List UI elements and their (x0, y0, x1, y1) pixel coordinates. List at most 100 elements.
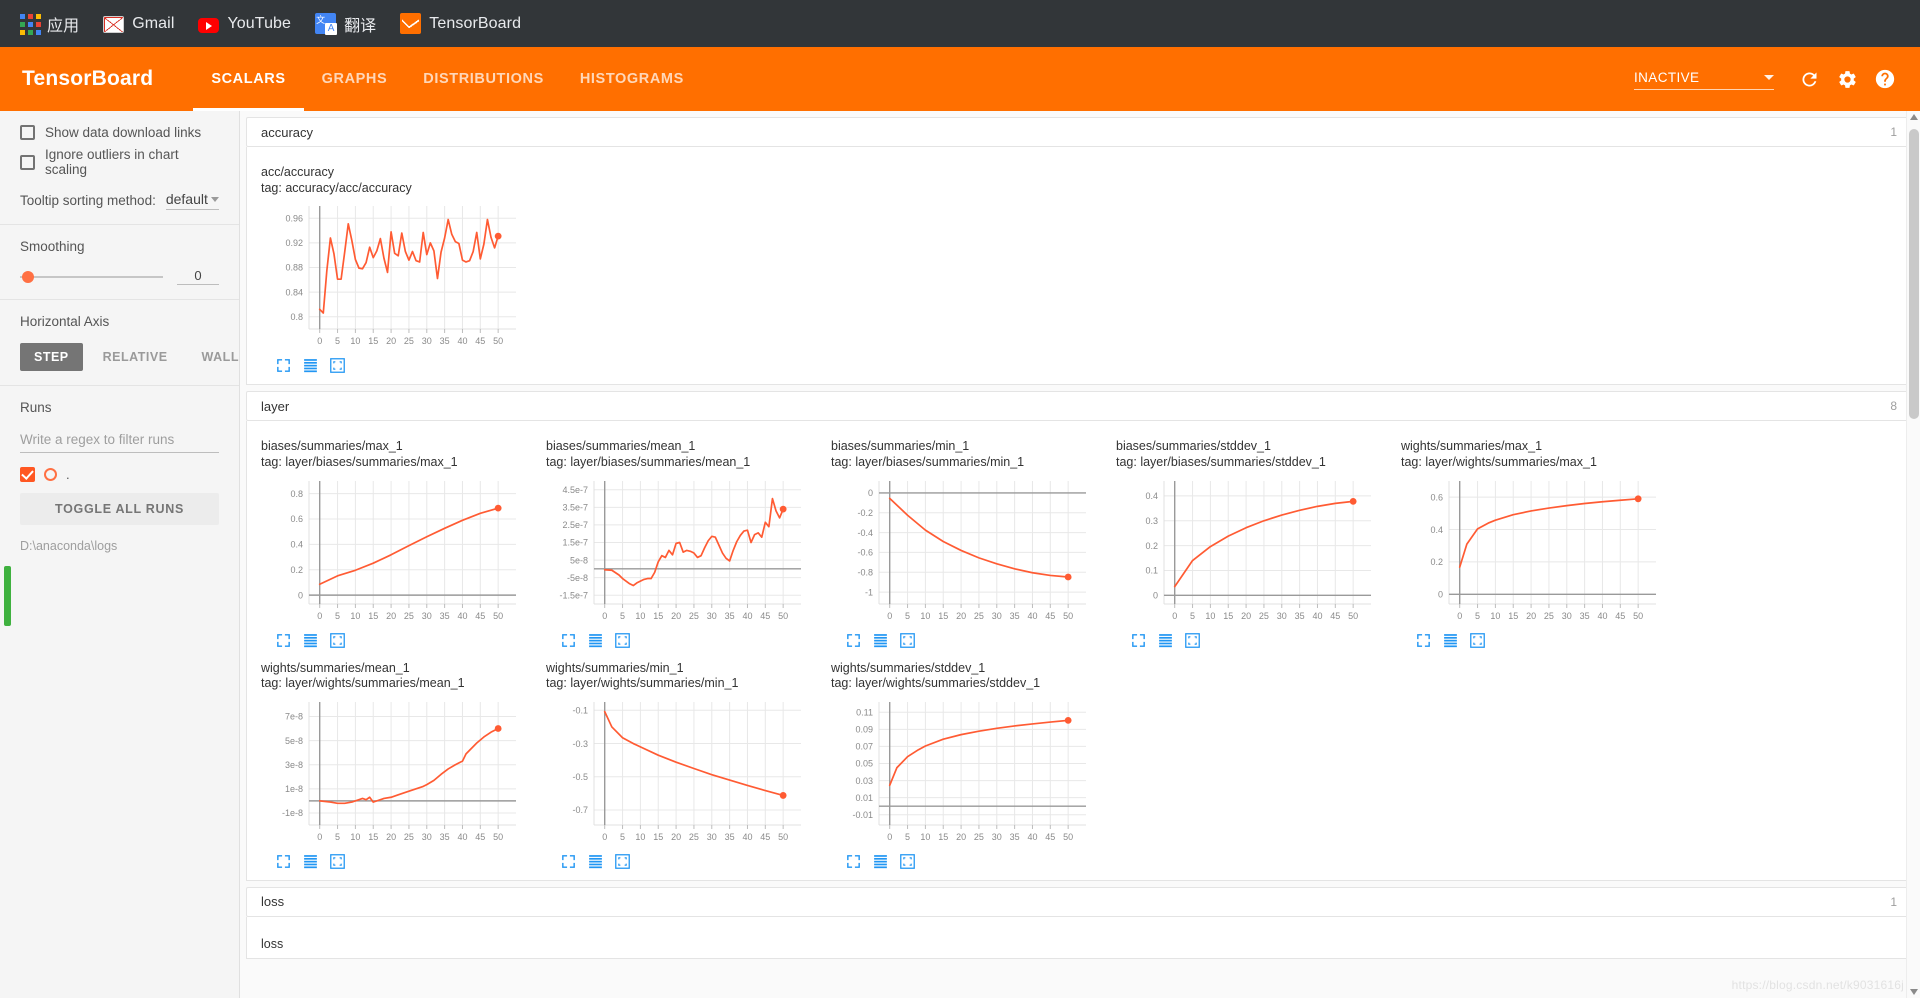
fit-domain-icon[interactable] (1469, 632, 1486, 649)
page-scrollbar[interactable] (1906, 111, 1920, 998)
chart-plot[interactable]: 0 5 10 15 20 25 30 35 40 45 50 0 0.2 0.4 0.6 0.8 (261, 473, 526, 628)
axis-option-wall[interactable]: WALL (188, 343, 239, 371)
run-color-circle-icon (44, 468, 57, 481)
bookmark-label: Gmail (132, 14, 175, 32)
checkbox-icon[interactable] (20, 125, 35, 140)
data-series-icon[interactable] (587, 853, 604, 870)
chart-plot[interactable]: 0 5 10 15 20 25 30 35 40 45 50 -0.01 0.01 0.03 0.05 0.0… (831, 694, 1096, 849)
run-checkbox-icon[interactable] (20, 467, 35, 482)
expand-icon[interactable] (560, 632, 577, 649)
expand-icon[interactable] (275, 357, 292, 374)
toggle-all-runs-button[interactable]: TOGGLE ALL RUNS (20, 493, 219, 525)
svg-text:35: 35 (440, 336, 450, 346)
checkbox-icon[interactable] (20, 154, 35, 170)
run-status-dropdown[interactable]: INACTIVE (1634, 68, 1774, 90)
tab-graphs[interactable]: GRAPHS (304, 47, 406, 111)
group-header-accuracy[interactable]: accuracy 1 (246, 117, 1912, 147)
svg-text:35: 35 (440, 611, 450, 621)
group-title: loss (261, 894, 285, 910)
smoothing-slider-knob[interactable] (22, 270, 34, 283)
data-series-icon[interactable] (587, 632, 604, 649)
chart-plot[interactable]: 0 5 10 15 20 25 30 35 40 45 50 -1.5e-7 -5e-8 5e-8 1.5e… (546, 473, 811, 628)
fit-domain-icon[interactable] (899, 632, 916, 649)
svg-text:3e-8: 3e-8 (285, 760, 303, 770)
svg-text:15: 15 (653, 611, 663, 621)
chart-plot[interactable]: 0 5 10 15 20 25 30 35 40 45 50 0 0.1 0.2 0.3 0.4 (1116, 473, 1381, 628)
chart-plot[interactable]: 0 5 10 15 20 25 30 35 40 45 50 -0.7 -0.5 -0.3 -0.1 (546, 694, 811, 849)
expand-icon[interactable] (275, 853, 292, 870)
tab-distributions[interactable]: DISTRIBUTIONS (405, 47, 562, 111)
chart-plot[interactable]: 0 5 10 15 20 25 30 35 40 45 50 0.8 0.84 0.88 0.92 0.96 (261, 198, 526, 353)
checkbox-ignore-outliers[interactable]: Ignore outliers in chart scaling (20, 147, 219, 177)
sidebar-scroll-indicator[interactable] (4, 566, 11, 626)
fit-domain-icon[interactable] (329, 632, 346, 649)
checkbox-show-download-links[interactable]: Show data download links (20, 125, 219, 140)
svg-text:35: 35 (1010, 832, 1020, 842)
scroll-up-icon[interactable] (1910, 114, 1918, 120)
svg-text:3.5e-7: 3.5e-7 (562, 502, 588, 512)
svg-text:15: 15 (368, 611, 378, 621)
svg-text:0.01: 0.01 (855, 793, 873, 803)
bookmark-apps[interactable]: 应用 (8, 6, 91, 42)
sidebar-smoothing-section: Smoothing 0 (0, 225, 239, 300)
tab-histograms[interactable]: HISTOGRAMS (562, 47, 702, 111)
chart-plot[interactable]: 0 5 10 15 20 25 30 35 40 45 50 -1 -0.8 -0.6 -0.4 -0.2 0 (831, 473, 1096, 628)
group-header-loss[interactable]: loss 1 (246, 886, 1912, 917)
bookmark-youtube[interactable]: YouTube (186, 6, 303, 42)
svg-text:0.2: 0.2 (1145, 540, 1158, 550)
chart-tag: tag: layer/wights/summaries/stddev_1 (831, 676, 1041, 691)
chart-tag: tag: layer/biases/summaries/mean_1 (546, 454, 751, 469)
runs-filter-input[interactable] (20, 429, 219, 453)
expand-icon[interactable] (1415, 632, 1432, 649)
svg-text:0.84: 0.84 (285, 288, 303, 298)
data-series-icon[interactable] (1442, 632, 1459, 649)
axis-option-step[interactable]: STEP (20, 343, 83, 371)
data-series-icon[interactable] (1157, 632, 1174, 649)
svg-text:10: 10 (1205, 611, 1215, 621)
tab-scalars[interactable]: SCALARS (193, 47, 304, 111)
scrollbar-thumb[interactable] (1909, 129, 1919, 419)
expand-icon[interactable] (845, 853, 862, 870)
data-series-icon[interactable] (872, 632, 889, 649)
refresh-icon (1801, 71, 1816, 86)
data-series-icon[interactable] (302, 853, 319, 870)
fit-domain-icon[interactable] (1184, 632, 1201, 649)
chart-plot[interactable]: 0 5 10 15 20 25 30 35 40 45 50 -1e-8 1e-8 3e-8 5e-8 7e-… (261, 694, 526, 849)
chart-card: wights/summaries/max_1 tag: layer/wights… (1391, 431, 1676, 652)
settings-button[interactable] (1830, 62, 1864, 96)
scroll-down-icon[interactable] (1910, 989, 1918, 995)
svg-text:30: 30 (422, 832, 432, 842)
tooltip-sorting-dropdown[interactable]: default (165, 191, 219, 210)
expand-icon[interactable] (275, 632, 292, 649)
data-series-icon[interactable] (872, 853, 889, 870)
svg-text:10: 10 (350, 832, 360, 842)
svg-text:10: 10 (1490, 611, 1500, 621)
data-series-icon[interactable] (302, 632, 319, 649)
svg-text:0: 0 (1153, 590, 1158, 600)
chart-toolbar (261, 849, 526, 872)
data-series-icon[interactable] (302, 357, 319, 374)
bookmark-tensorboard[interactable]: TensorBoard (388, 6, 533, 42)
fit-domain-icon[interactable] (614, 632, 631, 649)
help-button[interactable] (1868, 62, 1902, 96)
bookmark-label: TensorBoard (429, 14, 522, 32)
reload-button[interactable] (1792, 62, 1826, 96)
smoothing-slider[interactable] (20, 270, 163, 283)
fit-domain-icon[interactable] (329, 853, 346, 870)
smoothing-value[interactable]: 0 (177, 268, 219, 285)
expand-icon[interactable] (560, 853, 577, 870)
bookmark-translate[interactable]: 翻译 (303, 6, 388, 42)
run-list-item[interactable]: . (20, 467, 219, 482)
group-header-layer[interactable]: layer 8 (246, 391, 1912, 422)
watermark: https://blog.csdn.net/k9031616j (1731, 978, 1904, 992)
fit-domain-icon[interactable] (329, 357, 346, 374)
fit-domain-icon[interactable] (614, 853, 631, 870)
chart-plot[interactable]: 0 5 10 15 20 25 30 35 40 45 50 0 0.2 0.4 0.6 (1401, 473, 1666, 628)
svg-text:0.2: 0.2 (290, 564, 303, 574)
svg-text:0: 0 (602, 611, 607, 621)
expand-icon[interactable] (845, 632, 862, 649)
axis-option-relative[interactable]: RELATIVE (89, 343, 182, 371)
fit-domain-icon[interactable] (899, 853, 916, 870)
expand-icon[interactable] (1130, 632, 1147, 649)
bookmark-gmail[interactable]: Gmail (91, 6, 186, 42)
